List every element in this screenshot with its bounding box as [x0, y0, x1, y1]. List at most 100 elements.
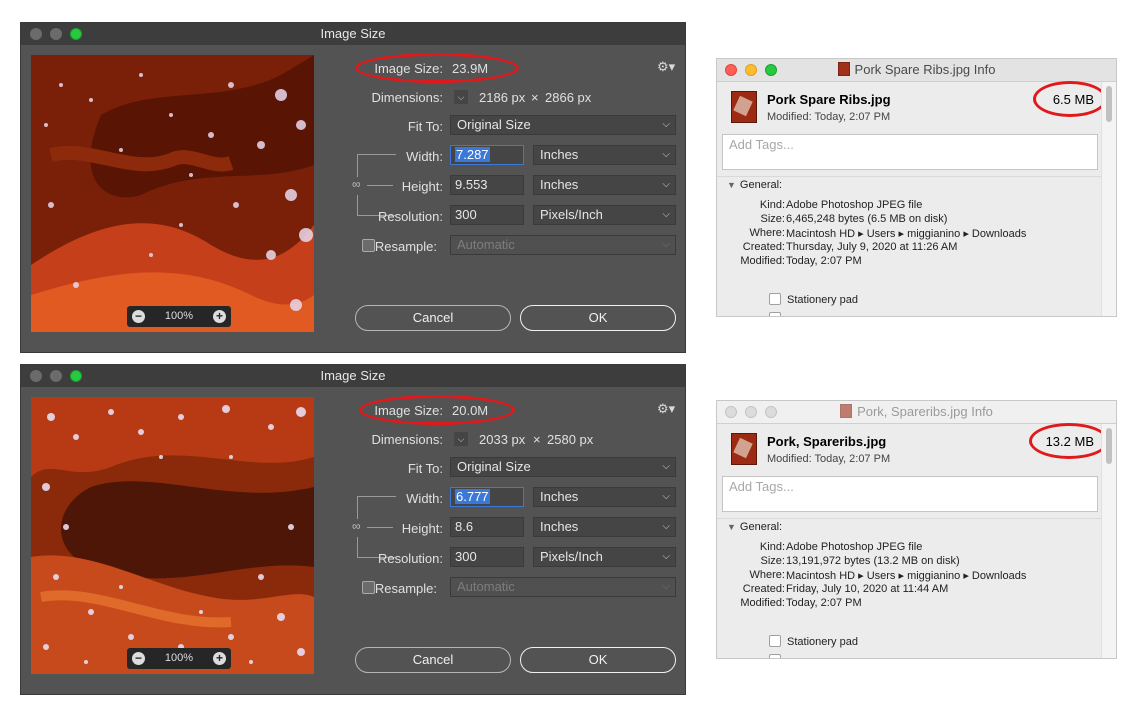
tags-input[interactable]: Add Tags... [722, 476, 1098, 512]
close-button[interactable] [725, 406, 737, 418]
height-unit-select[interactable]: Inches ⌵ [533, 175, 676, 195]
stationery-pad-option[interactable]: Stationery pad [769, 293, 858, 306]
ok-button[interactable]: OK [520, 305, 676, 331]
resample-value: Automatic [457, 237, 515, 252]
width-unit-select[interactable]: Inches ⌵ [533, 145, 676, 165]
resolution-input[interactable]: 300 [450, 205, 524, 225]
zoom-in-icon[interactable]: + [213, 652, 226, 665]
resample-checkbox[interactable] [362, 581, 375, 594]
resolution-unit-select[interactable]: Pixels/Inch ⌵ [533, 547, 676, 567]
fit-to-label: Fit To: [407, 119, 443, 134]
height-input[interactable]: 9.553 [450, 175, 524, 195]
height-label: Height: [401, 179, 443, 194]
jpeg-file-icon [731, 91, 757, 123]
chevron-down-icon: ⌵ [662, 461, 670, 472]
chevron-down-icon: ⌵ [662, 179, 670, 190]
image-size-value: 23.9M [452, 61, 489, 76]
stationery-pad-label: Stationery pad [787, 294, 858, 306]
cancel-button[interactable]: Cancel [355, 305, 511, 331]
info-row-where: Where: Macintosh HD ▸ Users ▸ miggianino… [717, 569, 1116, 583]
scrollbar[interactable] [1101, 424, 1116, 658]
close-button[interactable] [30, 370, 42, 382]
height-unit-select[interactable]: Inches ⌵ [533, 517, 676, 537]
ok-button[interactable]: OK [520, 647, 676, 673]
width-label: Width: [406, 491, 443, 506]
chevron-down-icon[interactable]: ⌵ [454, 90, 468, 104]
width-unit-select[interactable]: Inches ⌵ [533, 487, 676, 507]
info-value: Macintosh HD ▸ Users ▸ miggianino ▸ Down… [786, 570, 1027, 582]
close-button[interactable] [30, 28, 42, 40]
divider [717, 518, 1105, 519]
width-input[interactable]: 7.287 [450, 145, 524, 165]
get-info-window-2: Pork, Spareribs.jpg Info Pork, Spareribs… [716, 400, 1117, 659]
gear-icon[interactable]: ⚙▾ [657, 59, 675, 75]
height-label: Height: [401, 521, 443, 536]
zoom-button[interactable] [765, 64, 777, 76]
fit-to-select[interactable]: Original Size ⌵ [450, 115, 676, 135]
stationery-pad-label: Stationery pad [787, 636, 858, 648]
cancel-button[interactable]: Cancel [355, 647, 511, 673]
disclosure-triangle-icon[interactable]: ▼ [727, 180, 736, 190]
resample-label: Resample: [374, 581, 437, 596]
stationery-pad-checkbox[interactable] [769, 293, 781, 305]
resolution-unit-select[interactable]: Pixels/Inch ⌵ [533, 205, 676, 225]
image-size-value: 20.0M [452, 403, 489, 418]
info-value: Adobe Photoshop JPEG file [786, 541, 923, 553]
gear-icon[interactable]: ⚙▾ [657, 401, 675, 417]
locked-checkbox[interactable] [769, 312, 781, 316]
info-value: Thursday, July 9, 2020 at 11:26 AM [786, 241, 958, 253]
image-preview[interactable]: − 100% + [31, 397, 314, 674]
height-input[interactable]: 8.6 [450, 517, 524, 537]
tags-input[interactable]: Add Tags... [722, 134, 1098, 170]
info-value: 13,191,972 bytes (13.2 MB on disk) [786, 555, 960, 567]
image-preview[interactable]: − 100% + [31, 55, 314, 332]
zoom-button[interactable] [70, 370, 82, 382]
info-key: Kind: [759, 199, 785, 211]
scrollbar[interactable] [1101, 82, 1116, 316]
fit-to-select[interactable]: Original Size ⌵ [450, 457, 676, 477]
dialog-title: Image Size [320, 26, 386, 41]
chain-link-icon[interactable]: ∞ [352, 177, 361, 191]
general-section-header[interactable]: ▼ General: [727, 179, 782, 191]
link-bracket-top [357, 154, 396, 177]
minimize-button[interactable] [50, 370, 62, 382]
general-section-header[interactable]: ▼ General: [727, 521, 782, 533]
chevron-down-icon[interactable]: ⌵ [454, 432, 468, 446]
info-key: Kind: [759, 541, 785, 553]
minimize-button[interactable] [745, 64, 757, 76]
width-label: Width: [406, 149, 443, 164]
info-row-where: Where: Macintosh HD ▸ Users ▸ miggianino… [717, 227, 1116, 241]
info-key: Size: [760, 555, 785, 567]
dimensions-width: 2033 px [479, 432, 526, 447]
zoom-button[interactable] [70, 28, 82, 40]
file-name: Pork, Spareribs.jpg [767, 434, 887, 449]
width-value: 6.777 [455, 489, 490, 504]
info-key: Where: [749, 569, 785, 581]
resample-checkbox[interactable] [362, 239, 375, 252]
scrollbar-thumb[interactable] [1106, 428, 1112, 464]
chain-link-icon[interactable]: ∞ [352, 519, 361, 533]
minimize-button[interactable] [745, 406, 757, 418]
jpeg-file-icon [731, 433, 757, 465]
disclosure-triangle-icon[interactable]: ▼ [727, 522, 736, 532]
minimize-button[interactable] [50, 28, 62, 40]
resolution-input[interactable]: 300 [450, 547, 524, 567]
dialog-title-bar[interactable]: Image Size [21, 365, 685, 387]
width-value: 7.287 [455, 147, 490, 162]
info-row-kind: Kind: Adobe Photoshop JPEG file [717, 541, 1116, 555]
zoom-in-icon[interactable]: + [213, 310, 226, 323]
dialog-title-bar[interactable]: Image Size [21, 23, 685, 45]
zoom-control: − 100% + [127, 648, 231, 669]
close-button[interactable] [725, 64, 737, 76]
height-unit: Inches [540, 177, 579, 192]
meat-photo [31, 397, 314, 674]
scrollbar-thumb[interactable] [1106, 86, 1112, 122]
jpeg-file-icon [837, 62, 850, 76]
zoom-button[interactable] [765, 406, 777, 418]
width-input[interactable]: 6.777 [450, 487, 524, 507]
link-bracket-top [357, 496, 396, 519]
resolution-label: Resolution: [377, 551, 443, 566]
stationery-pad-option[interactable]: Stationery pad [769, 635, 858, 648]
stationery-pad-checkbox[interactable] [769, 635, 781, 647]
locked-checkbox[interactable] [769, 654, 781, 658]
